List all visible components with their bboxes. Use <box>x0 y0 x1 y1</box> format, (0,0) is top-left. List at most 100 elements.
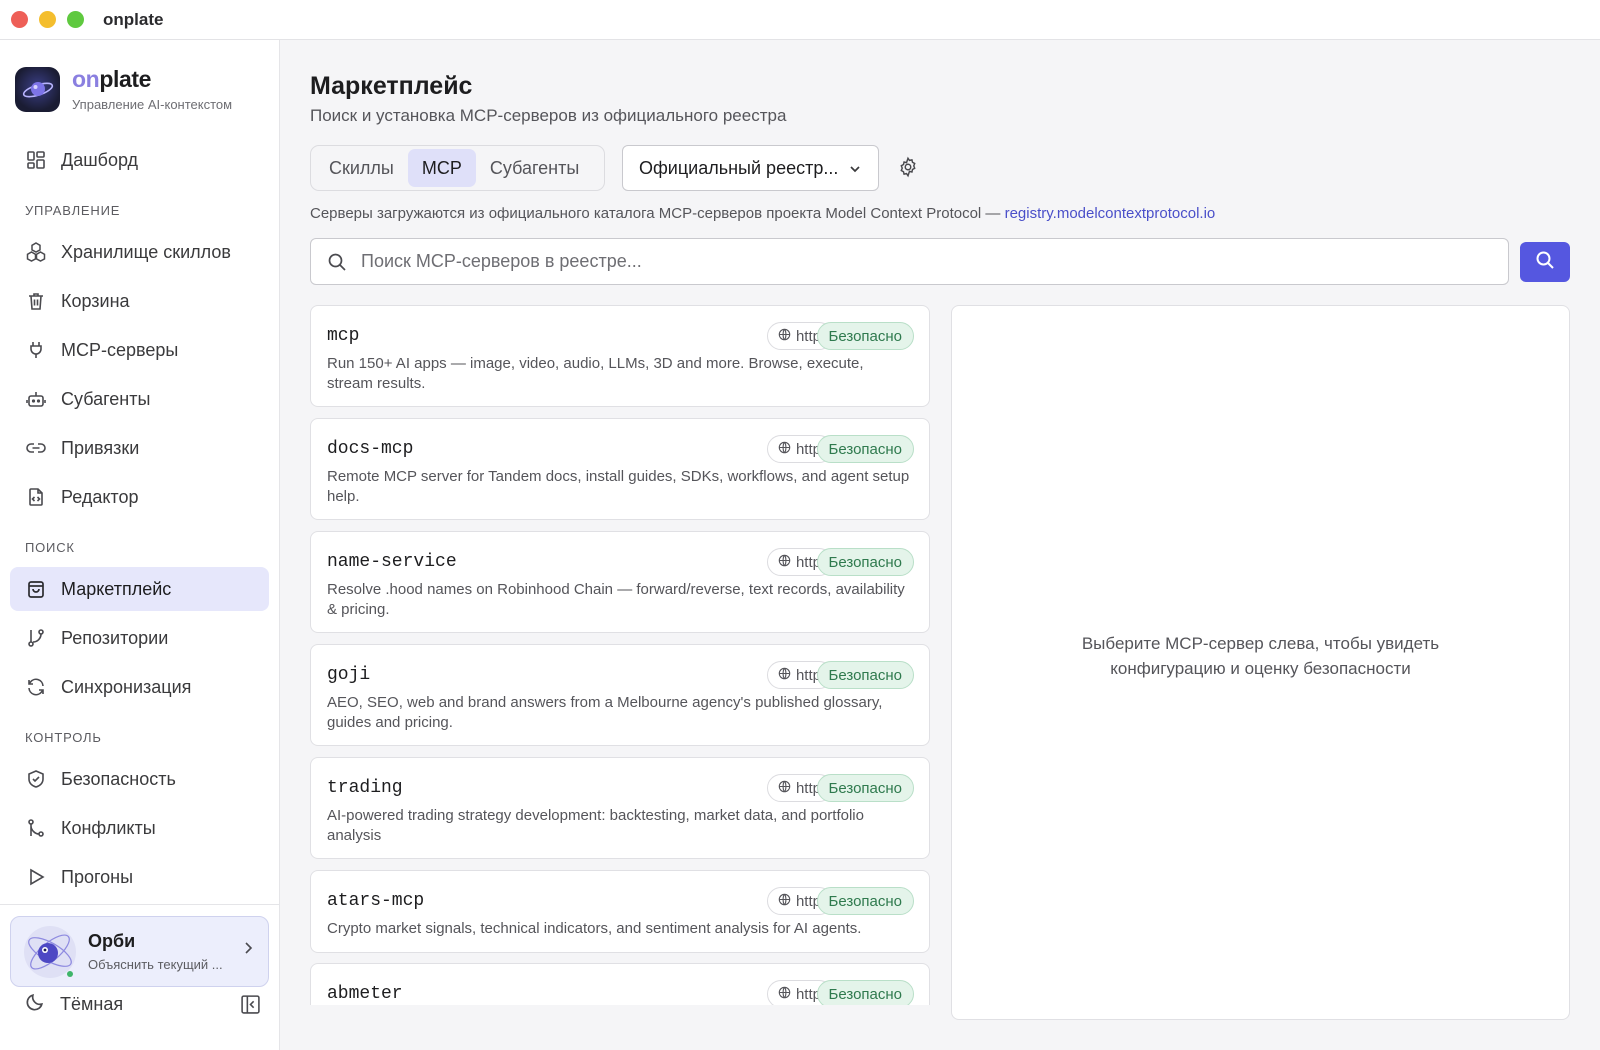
link-icon <box>25 437 47 459</box>
tab-skills[interactable]: Скиллы <box>315 149 408 187</box>
maximize-window-button[interactable] <box>67 11 84 28</box>
status-badge: Безопасно <box>816 980 914 1005</box>
server-card[interactable]: docs-mcp http Безопасно Remote MCP server f… <box>310 418 930 520</box>
brand-subtitle: Управление AI-контекстом <box>72 97 233 112</box>
shopping-bag-icon <box>25 578 47 600</box>
dashboard-icon <box>25 149 47 171</box>
title-bar: onplate <box>0 0 1600 40</box>
page-title: Маркетплейс <box>310 72 473 100</box>
status-badge: Безопасно <box>816 661 914 689</box>
assistant-card[interactable]: Орби Объяснить текущий ... <box>10 916 269 987</box>
sidebar-item-label: Редактор <box>61 486 139 507</box>
sidebar-item-sync[interactable]: Синхронизация <box>10 665 269 709</box>
detail-empty-line: конфигурацию и оценку безопасности <box>1110 659 1411 678</box>
sidebar-item-label: MCP-серверы <box>61 339 179 360</box>
server-name: mcp <box>327 326 360 346</box>
theme-toggle-row: Тёмная <box>25 984 261 1024</box>
assistant-name: Орби <box>88 931 136 951</box>
detail-empty-line: Выберите MCP-сервер слева, чтобы увидеть <box>1081 634 1440 653</box>
sidebar-item-subagents[interactable]: Субагенты <box>10 377 269 421</box>
sidebar-item-label: Маркетплейс <box>61 578 172 599</box>
brand: onplate Управление AI-контекстом <box>15 66 232 112</box>
sidebar-item-label: Корзина <box>61 290 130 311</box>
sidebar-divider <box>0 904 280 905</box>
sidebar-item-repositories[interactable]: Репозитории <box>10 616 269 660</box>
registry-info: Серверы загружаются из официального ката… <box>310 205 1215 222</box>
status-badge: Безопасно <box>816 774 914 802</box>
globe-icon <box>778 328 796 345</box>
sidebar-item-label: Синхронизация <box>61 676 192 697</box>
search-input[interactable] <box>361 251 1461 272</box>
chevron-down-icon <box>848 160 862 181</box>
page-subtitle: Поиск и установка MCP-серверов из официа… <box>310 106 787 125</box>
server-description: AEO, SEO, web and brand answers from a M… <box>327 694 883 731</box>
sidebar-collapse-icon[interactable] <box>240 994 261 1020</box>
server-description: Crypto market signals, technical indicat… <box>327 920 862 937</box>
search-button[interactable] <box>1520 242 1570 282</box>
globe-icon <box>778 441 796 458</box>
server-name: docs-mcp <box>327 439 414 459</box>
orbi-avatar-icon <box>22 924 78 980</box>
server-description: AI-powered trading strategy development:… <box>327 807 864 844</box>
git-merge-icon <box>25 817 47 839</box>
git-branch-icon <box>25 627 47 649</box>
sidebar-item-mcp-servers[interactable]: MCP-серверы <box>10 328 269 372</box>
registry-select[interactable]: Официальный реестр... <box>622 145 879 191</box>
brand-name: onplate <box>72 66 151 92</box>
sidebar-item-conflicts[interactable]: Конфликты <box>10 806 269 850</box>
sidebar-item-bindings[interactable]: Привязки <box>10 426 269 470</box>
minimize-window-button[interactable] <box>39 11 56 28</box>
status-badge: Безопасно <box>816 887 914 915</box>
server-name: trading <box>327 778 403 798</box>
registry-info-text: Серверы загружаются из официального ката… <box>310 205 1005 222</box>
search-icon <box>1535 250 1555 275</box>
sidebar-item-label: Дашборд <box>61 149 139 170</box>
server-list: mcp http Безопасно Run 150+ AI apps — image… <box>310 305 930 1005</box>
globe-icon <box>778 554 796 571</box>
sidebar: onplate Управление AI-контекстом Дашборд… <box>0 40 280 1050</box>
trash-icon <box>25 290 47 312</box>
server-card[interactable]: name-service http Безопасно Resolve .hood n… <box>310 531 930 633</box>
sidebar-item-dashboard[interactable]: Дашборд <box>10 138 269 182</box>
gear-icon[interactable] <box>897 156 921 180</box>
status-badge: Безопасно <box>816 548 914 576</box>
window-controls <box>11 11 84 28</box>
window-title: onplate <box>103 9 164 29</box>
server-description: Run 150+ AI apps — image, video, audio, … <box>327 355 864 392</box>
server-card[interactable]: atars-mcp http Безопасно Crypto market sign… <box>310 870 930 953</box>
globe-icon <box>778 667 796 684</box>
sidebar-item-editor[interactable]: Редактор <box>10 475 269 519</box>
server-name: name-service <box>327 552 457 572</box>
server-card[interactable]: mcp http Безопасно Run 150+ AI apps — image… <box>310 305 930 407</box>
sidebar-item-label: Хранилище скиллов <box>61 241 231 262</box>
moon-icon[interactable] <box>25 991 46 1017</box>
detail-panel: Выберите MCP-сервер слева, чтобы увидеть… <box>951 305 1570 1020</box>
status-badge: Безопасно <box>816 322 914 350</box>
globe-icon <box>778 780 796 797</box>
sidebar-item-security[interactable]: Безопасность <box>10 757 269 801</box>
globe-icon <box>778 893 796 910</box>
server-name: abmeter <box>327 984 403 1004</box>
tab-subagents[interactable]: Субагенты <box>476 149 593 187</box>
play-icon <box>25 866 47 888</box>
sidebar-item-skill-storage[interactable]: Хранилище скиллов <box>10 230 269 274</box>
server-description: Resolve .hood names on Robinhood Chain —… <box>327 581 905 618</box>
sidebar-item-label: Привязки <box>61 437 140 458</box>
server-card[interactable]: abmeter http Безопасно <box>310 963 930 1005</box>
close-window-button[interactable] <box>11 11 28 28</box>
registry-select-value: Официальный реестр... <box>639 157 839 178</box>
server-description: Remote MCP server for Tandem docs, insta… <box>327 468 910 505</box>
section-label-manage: УПРАВЛЕНИЕ <box>25 203 121 218</box>
registry-link[interactable]: registry.modelcontextprotocol.io <box>1005 205 1216 222</box>
shield-check-icon <box>25 768 47 790</box>
sidebar-item-trash[interactable]: Корзина <box>10 279 269 323</box>
app-logo-icon <box>15 66 60 112</box>
search-icon <box>327 252 347 272</box>
server-card[interactable]: trading http Безопасно AI-powered trading s… <box>310 757 930 859</box>
theme-toggle-label[interactable]: Тёмная <box>60 994 123 1015</box>
blocks-icon <box>25 241 47 263</box>
tab-mcp[interactable]: MCP <box>407 149 476 187</box>
sidebar-item-marketplace[interactable]: Маркетплейс <box>10 567 269 611</box>
sidebar-item-runs[interactable]: Прогоны <box>10 855 269 899</box>
server-card[interactable]: goji http Безопасно AEO, SEO, web and brand… <box>310 644 930 746</box>
